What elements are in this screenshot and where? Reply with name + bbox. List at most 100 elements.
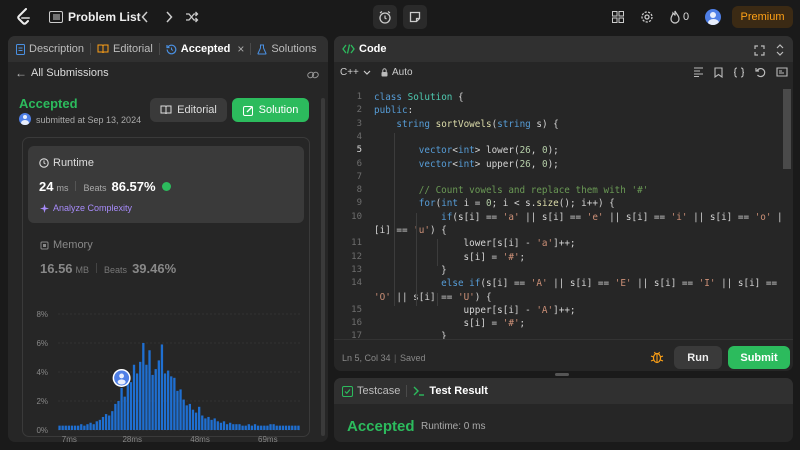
distribution-bar [266,425,269,430]
distribution-bar [275,425,278,430]
line-number: 9 [356,198,362,209]
distribution-bar [238,424,241,430]
premium-button[interactable]: Premium [732,6,793,28]
line-number: 16 [351,318,362,329]
your-submission-marker[interactable] [112,368,131,387]
problem-list-icon[interactable] [46,7,66,27]
format-align-icon[interactable] [693,67,704,77]
distribution-bar [194,412,198,430]
code-line: lower[s[i] - 'a']++; [374,238,576,250]
code-line: s[i] = '#'; [374,251,526,263]
tab-testcase[interactable]: Testcase [334,378,406,404]
x-tick-label: 69ms [258,435,278,442]
line-number: 12 [351,251,362,262]
auto-mode-label: Auto [392,67,413,78]
editorial-button[interactable]: Editorial [150,98,227,122]
document-icon [16,43,25,55]
test-result-status: Accepted [347,418,415,435]
history-icon [166,44,177,54]
lock-icon [381,68,388,77]
bookmark-icon[interactable] [714,67,723,78]
distribution-bar [70,425,74,430]
shuffle-icon[interactable] [182,7,202,27]
distribution-bar [111,411,114,430]
code-line: // Count vowels and replace them with '#… [374,185,649,197]
language-select[interactable]: C++ [340,67,371,78]
runtime-card[interactable]: Runtime 24 ms Beats 86.57% Analyze Compl… [28,146,304,223]
layout-grid-icon[interactable] [608,7,628,27]
back-arrow-icon[interactable]: ← [15,66,27,80]
distribution-bar [117,401,120,430]
code-line: class Solution { [374,92,464,103]
all-submissions-link[interactable]: All Submissions [31,67,109,79]
distribution-bar [253,424,257,430]
distribution-bar [151,374,154,430]
maximize-icon[interactable] [754,43,765,61]
runtime-distribution-chart[interactable]: 8% 6% 4% 2% 0% 7ms 28ms 48ms 69ms [24,304,304,442]
resize-handle[interactable] [555,373,569,376]
tab-description[interactable]: Description [8,36,90,62]
distribution-bar [142,343,145,430]
run-button[interactable]: Run [674,346,722,369]
y-tick-label: 8% [36,310,48,319]
distribution-bar [291,425,294,430]
streak-count: 0 [683,11,690,23]
code-editor[interactable]: 1 class Solution {2 public: 3 string sortVo… [334,89,782,339]
solution-button[interactable]: Solution [232,98,309,122]
distribution-bar [244,425,247,430]
x-tick-label: 28ms [122,435,142,442]
distribution-bar [83,425,86,430]
chevron-up-down-icon[interactable] [775,43,785,61]
distribution-bar [232,424,235,430]
tab-test-result-label: Test Result [429,385,488,397]
timer-button[interactable] [373,5,397,29]
editorial-button-label: Editorial [177,104,217,116]
indent-guide [437,292,438,306]
distribution-bar [198,406,201,430]
distribution-bar [132,364,136,430]
user-avatar[interactable] [705,9,721,25]
tab-accepted[interactable]: Accepted × [160,36,251,62]
problem-list-link[interactable]: Problem List [68,10,141,24]
submit-button[interactable]: Submit [728,346,790,369]
debug-bug-icon[interactable] [650,350,664,369]
distribution-bar [73,425,77,430]
chevron-left-icon[interactable] [135,7,155,27]
clock-icon [39,158,49,168]
chevron-right-icon[interactable] [159,7,179,27]
notes-button[interactable] [403,5,427,29]
expand-editor-icon[interactable] [776,67,788,77]
code-line: for(int i = 0; i < s.size(); i++) { [418,198,615,210]
line-number: 7 [356,171,362,182]
reset-icon[interactable] [755,67,766,78]
terminal-icon [413,386,425,396]
leetcode-logo-icon[interactable] [14,7,34,27]
submitted-at-text: submitted at Sep 13, 2024 [36,115,142,125]
code-panel: Code C++ Auto 1 class Solution {2 public: 3… [334,36,793,371]
distribution-bar [114,403,117,430]
tab-editorial[interactable]: Editorial [91,36,159,62]
tab-testcase-label: Testcase [357,385,401,397]
distribution-bar [225,424,229,430]
memory-section[interactable]: Memory [40,239,93,251]
distribution-bar [182,399,185,430]
line-number: 10 [351,211,362,222]
settings-gear-icon[interactable] [637,7,657,27]
tab-solutions[interactable]: Solutions [251,36,322,62]
edit-icon [242,105,253,116]
tab-test-result[interactable]: Test Result [407,378,493,404]
streak-fire-icon[interactable] [665,7,685,27]
runtime-beats-value: 86.57% [111,179,156,194]
braces-icon[interactable] [733,67,745,78]
editor-scrollbar[interactable] [783,89,791,169]
distribution-bar [108,415,111,430]
code-tab[interactable]: Code [334,36,393,62]
close-tab-icon[interactable]: × [237,42,244,56]
checkbox-icon [342,385,353,397]
distribution-bar [80,424,83,430]
auto-mode-toggle[interactable]: Auto [381,67,413,78]
analyze-complexity-link[interactable]: Analyze Complexity [40,203,132,213]
y-tick-label: 2% [36,397,48,406]
share-link-icon[interactable] [307,67,319,85]
left-scrollbar[interactable] [321,98,325,436]
